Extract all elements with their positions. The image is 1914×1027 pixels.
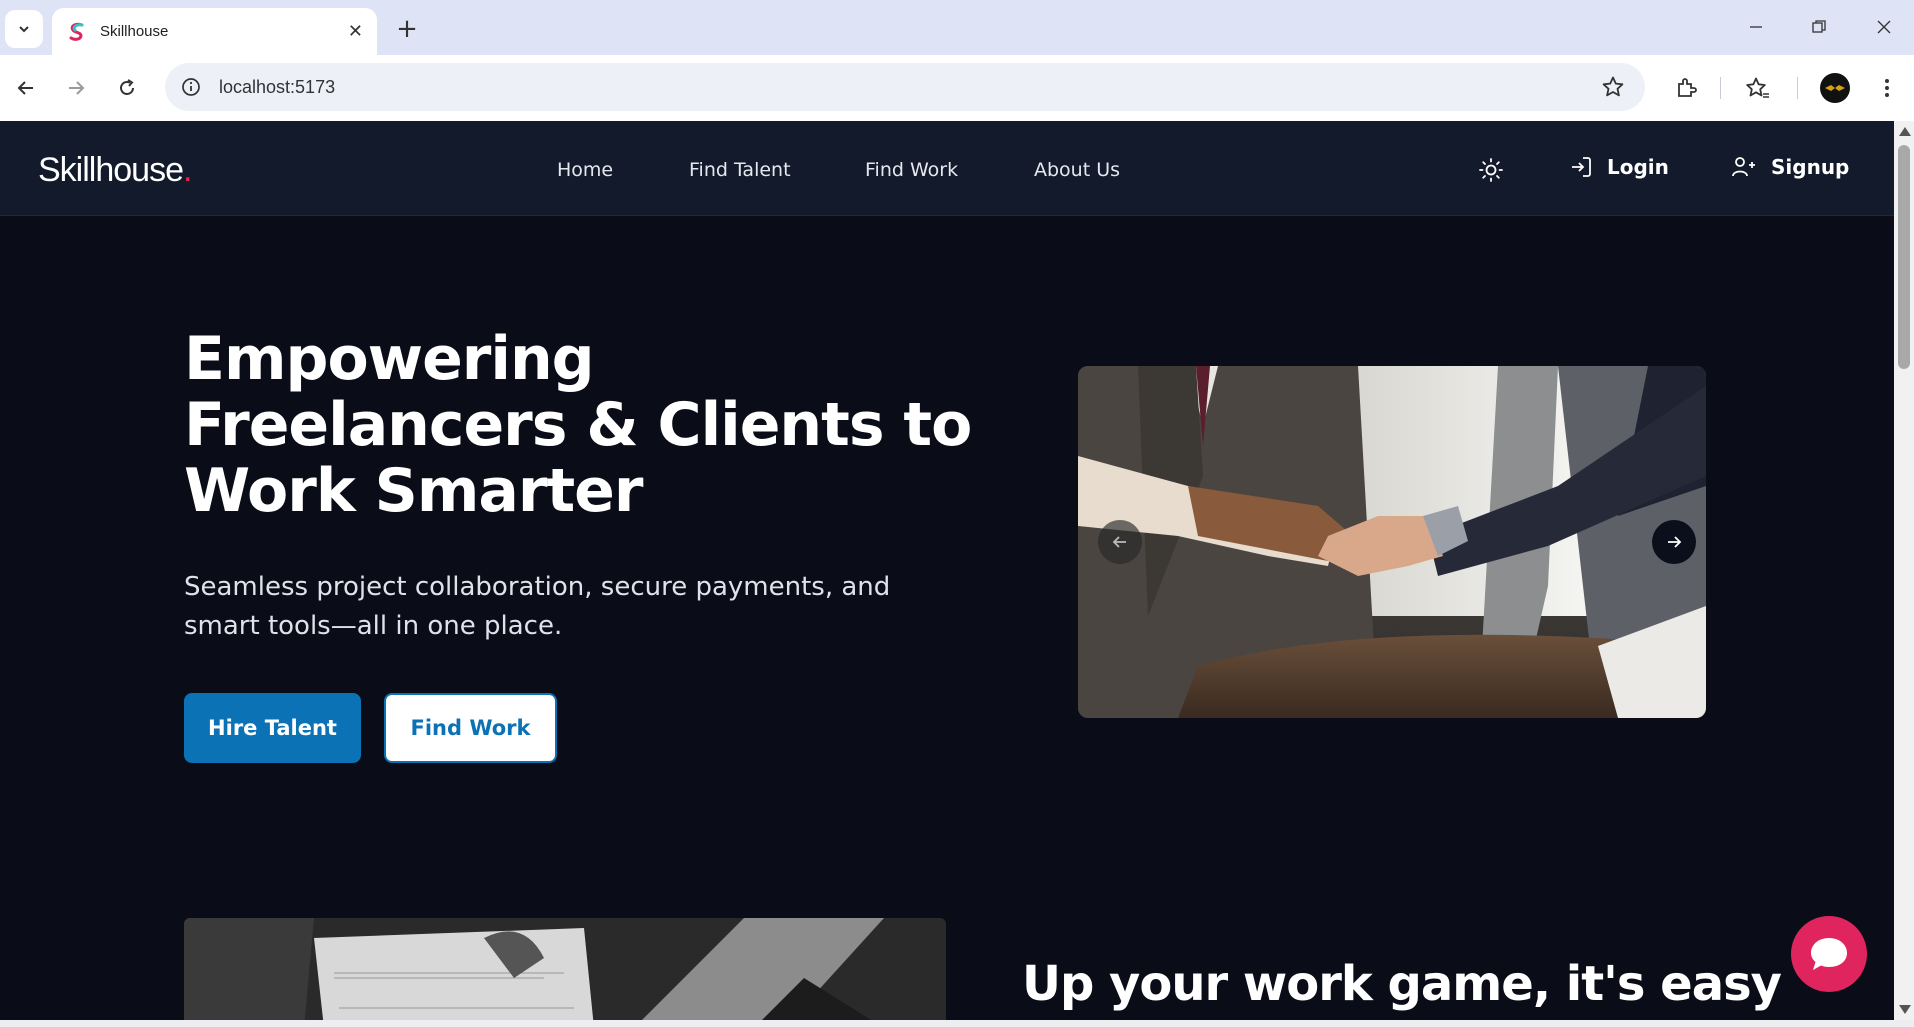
carousel-prev-button[interactable] [1098,520,1142,564]
hero-title: Empowering Freelancers & Clients to Work… [184,324,972,526]
scroll-thumb[interactable] [1898,145,1910,369]
restore-icon[interactable] [1799,12,1839,42]
browser-tab[interactable]: Skillhouse ✕ [52,8,377,55]
login-label: Login [1607,155,1669,179]
site-logo[interactable]: Skillhouse. [38,151,193,190]
carousel-next-button[interactable] [1652,520,1696,564]
theme-toggle-button[interactable] [1478,157,1504,183]
find-work-button[interactable]: Find Work [384,693,557,763]
address-bar[interactable]: localhost:5173 [165,63,1645,111]
bookmarks-icon[interactable] [1741,71,1775,105]
plus-icon[interactable]: + [392,14,422,44]
profile-avatar[interactable] [1820,73,1850,103]
menu-icon[interactable] [1870,71,1904,105]
close-window-icon[interactable] [1864,12,1904,42]
feature-title: Up your work game, it's easy [1022,956,1782,1012]
minimize-icon[interactable] [1736,12,1776,42]
reload-icon[interactable] [110,71,144,105]
window-bottom-edge [0,1020,1914,1027]
tab-list-button[interactable] [5,10,43,48]
star-icon[interactable] [1601,75,1625,103]
feature-image [184,918,946,1020]
back-icon[interactable] [9,71,43,105]
sun-icon [1479,158,1503,182]
nav-about-us[interactable]: About Us [1034,159,1120,181]
page-viewport: Skillhouse. Home Find Talent Find Work A… [0,121,1894,1020]
hire-talent-button[interactable]: Hire Talent [184,693,361,763]
hero-carousel [1078,366,1706,718]
logo-dot: . [182,151,193,189]
login-button[interactable]: Login [1569,155,1669,179]
favicon-icon [69,22,84,41]
nav-find-work[interactable]: Find Work [865,159,958,181]
browser-tab-bar: Skillhouse ✕ + [0,0,1914,55]
nav-find-talent[interactable]: Find Talent [689,159,791,181]
tab-title: Skillhouse [100,23,169,40]
close-icon[interactable]: ✕ [348,21,363,42]
forward-icon[interactable] [59,71,93,105]
arrow-right-icon [1668,536,1682,548]
arrow-left-icon [1112,536,1126,548]
signup-label: Signup [1771,155,1850,179]
handshake-image [1078,366,1706,718]
signup-button[interactable]: Signup [1731,155,1849,179]
user-plus-icon [1732,157,1755,177]
site-header: Skillhouse. Home Find Talent Find Work A… [0,121,1894,216]
logo-text: Skillhouse [38,151,184,189]
extensions-icon[interactable] [1670,71,1704,105]
tab-list-icon [19,26,29,33]
chat-button[interactable] [1791,916,1867,992]
scroll-down-arrow[interactable] [1899,1005,1911,1014]
login-icon [1572,157,1591,177]
url-text[interactable]: localhost:5173 [219,77,335,98]
page-scrollbar[interactable] [1894,121,1914,1020]
browser-toolbar: localhost:5173 [0,55,1914,121]
toolbar-divider [1797,77,1798,99]
chat-icon [1811,938,1847,970]
scroll-up-arrow[interactable] [1899,127,1911,136]
nav-home[interactable]: Home [557,159,613,181]
info-icon[interactable] [179,75,203,99]
toolbar-divider [1720,77,1721,99]
hero-subtitle: Seamless project collaboration, secure p… [184,572,891,641]
